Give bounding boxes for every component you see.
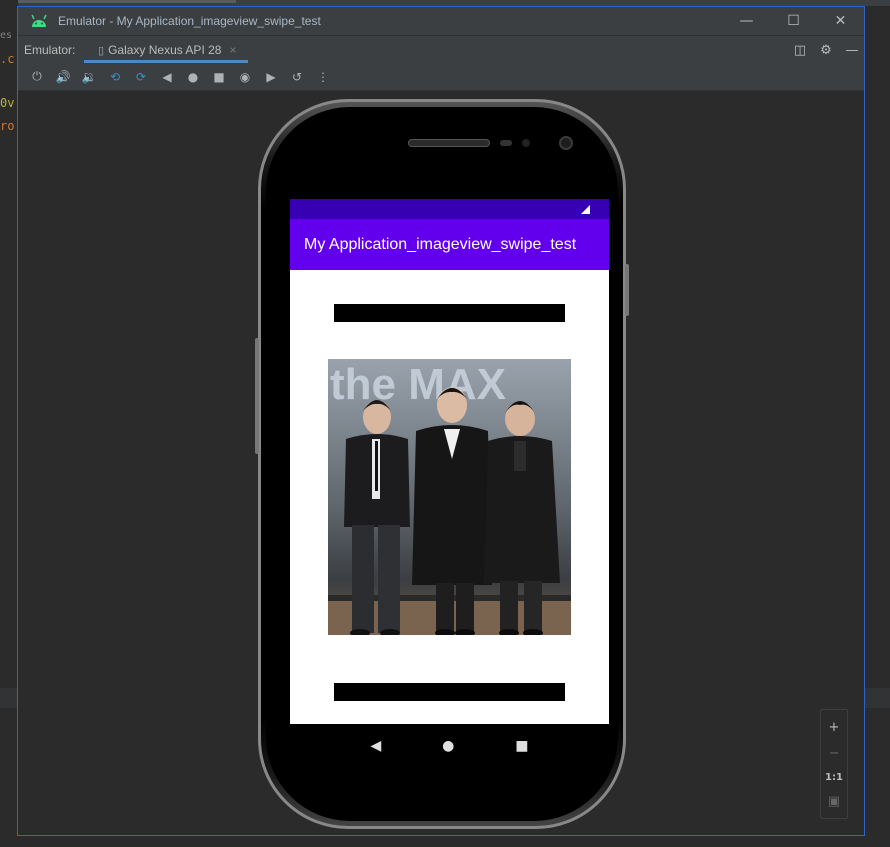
tab-device[interactable]: ▯ Galaxy Nexus API 28 ×: [84, 36, 249, 64]
ide-fragment: .c: [0, 52, 15, 66]
record-icon[interactable]: ▶: [258, 67, 284, 87]
rotate-right-icon[interactable]: ⟳: [128, 67, 154, 87]
app-title: My Application_imageview_swipe_test: [304, 235, 577, 253]
zoom-out-button[interactable]: −: [829, 746, 840, 761]
snapshot-icon[interactable]: ↺: [284, 67, 310, 87]
status-bar: [290, 199, 609, 219]
tab-bar: Emulator: ▯ Galaxy Nexus API 28 × ◫ ⚙ —: [18, 35, 864, 63]
ide-fragment: 0v: [0, 96, 15, 110]
nav-home-icon[interactable]: ●: [442, 738, 454, 754]
hide-icon[interactable]: —: [844, 43, 860, 58]
power-icon[interactable]: ⏻: [24, 67, 50, 87]
emulator-label: Emulator:: [24, 42, 76, 57]
ide-fragment: es: [0, 30, 13, 41]
maximize-button[interactable]: ☐: [770, 7, 817, 35]
zoom-in-button[interactable]: +: [829, 720, 840, 735]
power-side-button: [625, 264, 629, 316]
fit-screen-icon[interactable]: ▣: [828, 794, 840, 809]
device-icon: ▯: [98, 44, 105, 57]
speaker-grill: [408, 139, 490, 147]
band-photo: the MAX: [328, 359, 571, 635]
device-frame: My Application_imageview_swipe_test the …: [255, 99, 629, 829]
gear-icon[interactable]: ⚙: [818, 43, 834, 58]
screenshot-icon[interactable]: ◉: [232, 67, 258, 87]
photo-backdrop-text: the MAX: [330, 360, 506, 409]
top-black-bar: [334, 304, 565, 322]
device-tab-label: Galaxy Nexus API 28: [108, 43, 222, 57]
nav-recents-icon[interactable]: ■: [515, 738, 528, 754]
front-camera: [559, 136, 573, 150]
nav-bar: ◀ ● ■: [290, 724, 609, 767]
actual-size-button[interactable]: 1:1: [825, 772, 843, 783]
ide-scroll-highlight: [0, 0, 236, 3]
app-bar: My Application_imageview_swipe_test: [290, 219, 609, 270]
volume-up-icon[interactable]: 🔊: [50, 67, 76, 87]
overview-icon[interactable]: ■: [206, 67, 232, 87]
close-button[interactable]: ✕: [817, 7, 864, 35]
title-bar[interactable]: Emulator - My Application_imageview_swip…: [18, 7, 864, 35]
emulator-toolbar: ⏻ 🔊 🔉 ⟲ ⟳ ◀ ● ■ ◉ ▶ ↺ ⋮: [18, 63, 864, 91]
window-title: Emulator - My Application_imageview_swip…: [58, 14, 321, 28]
more-icon[interactable]: ⋮: [310, 67, 336, 87]
volume-side-button: [255, 338, 259, 454]
back-icon[interactable]: ◀: [154, 67, 180, 87]
bottom-black-bar: [334, 683, 565, 701]
sensor: [500, 140, 512, 146]
ide-fragment: ro: [0, 119, 15, 133]
volume-down-icon[interactable]: 🔉: [76, 67, 102, 87]
signal-icon: [581, 205, 590, 214]
minimize-button[interactable]: —: [723, 7, 770, 35]
emulator-canvas: My Application_imageview_swipe_test the …: [18, 91, 864, 835]
image-view[interactable]: the MAX: [328, 359, 571, 635]
device-screen[interactable]: My Application_imageview_swipe_test the …: [290, 199, 609, 767]
rotate-left-icon[interactable]: ⟲: [102, 67, 128, 87]
nav-back-icon[interactable]: ◀: [370, 738, 381, 754]
app-content[interactable]: the MAX: [290, 270, 609, 724]
layout-icon[interactable]: ◫: [792, 43, 808, 58]
device-bezel: My Application_imageview_swipe_test the …: [266, 107, 618, 821]
emulator-window: Emulator - My Application_imageview_swip…: [17, 6, 865, 836]
zoom-controls: + − 1:1 ▣: [820, 709, 848, 819]
close-tab-icon[interactable]: ×: [229, 43, 236, 57]
android-logo-icon: [31, 14, 47, 27]
home-icon[interactable]: ●: [180, 67, 206, 87]
sensor: [522, 139, 530, 147]
ide-left-panel: es .c 0v ro: [0, 0, 18, 847]
